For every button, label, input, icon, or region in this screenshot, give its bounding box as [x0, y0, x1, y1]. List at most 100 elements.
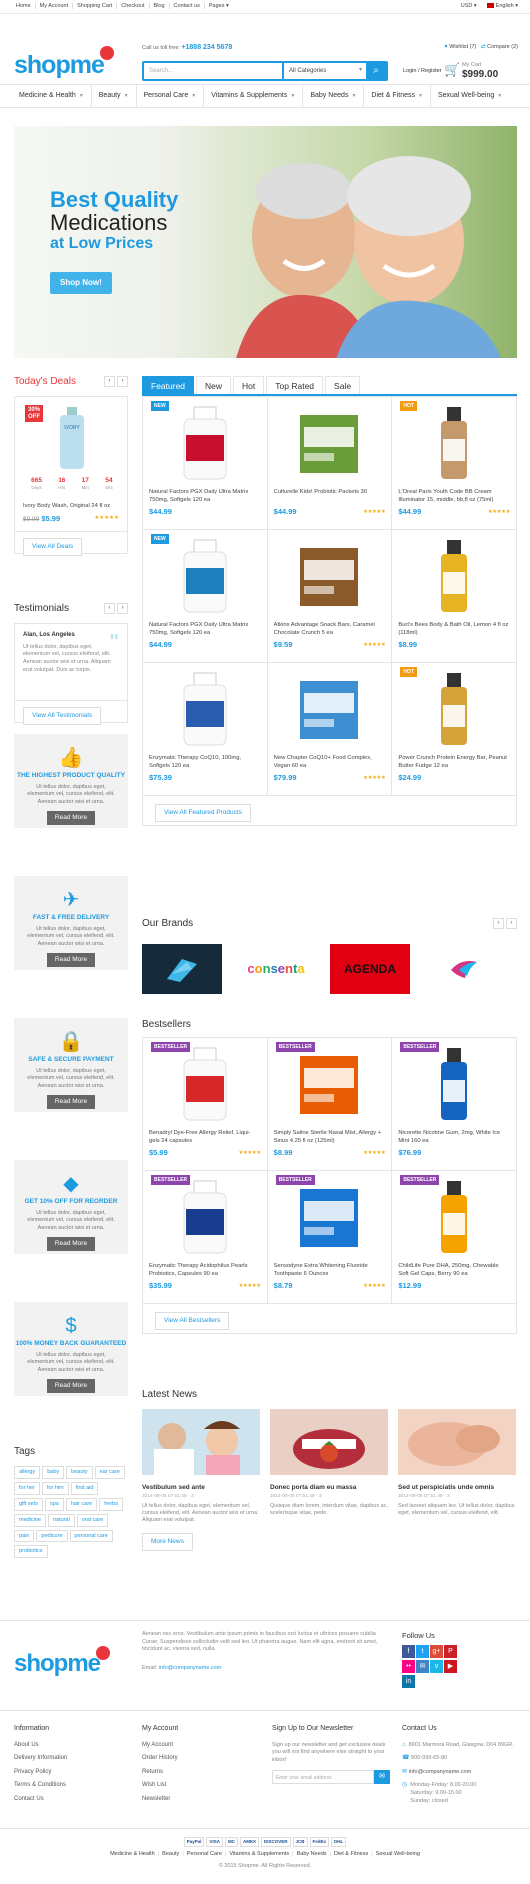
product-card[interactable]: BESTSELLER Simply Saline Sterile Nasal Mi…	[267, 1038, 393, 1171]
wishlist-link[interactable]: ♥ Wishlist (7)	[444, 44, 476, 50]
bottom-link[interactable]: Sexual Well-being	[376, 1851, 420, 1857]
nav-item-diet[interactable]: Diet & Fitness ▼	[364, 85, 431, 107]
nav-item-vitamins[interactable]: Vitamins & Supplements ▼	[204, 85, 304, 107]
top-link-account[interactable]: My Account	[35, 3, 74, 10]
news-image[interactable]	[142, 1409, 260, 1475]
product-card[interactable]: Burt's Bees Body & Bath Oil, Lemon 4 fl …	[392, 530, 517, 663]
prev-arrow-icon[interactable]: ‹	[493, 918, 504, 929]
tag-item[interactable]: first aid	[70, 1481, 99, 1495]
product-image[interactable]	[419, 405, 489, 481]
news-item-title[interactable]: Sed ut perspiciatis unde omnis	[398, 1484, 516, 1492]
product-name[interactable]: Nicorette Nicotine Gum, 2mg, White Ice M…	[398, 1130, 510, 1146]
product-image[interactable]	[294, 1046, 364, 1122]
brand-logo-2[interactable]: consenta	[236, 944, 316, 994]
next-arrow-icon[interactable]: ›	[117, 603, 128, 614]
product-card[interactable]: NEW Natural Factors PGX Daily Ultra Matri…	[143, 397, 268, 530]
brand-logo-3[interactable]: AGENDA	[330, 944, 410, 994]
footer-link[interactable]: Delivery Information	[14, 1755, 67, 1763]
read-more-button[interactable]: Read More	[46, 1237, 96, 1252]
brand-logo-1[interactable]	[142, 944, 222, 994]
bottom-link[interactable]: Baby Needs	[297, 1851, 327, 1857]
product-image[interactable]	[419, 671, 489, 747]
product-image[interactable]	[419, 1046, 489, 1122]
tab-top-rated[interactable]: Top Rated	[266, 376, 324, 394]
currency-select[interactable]: USD ▾	[461, 3, 477, 10]
product-name[interactable]: Atkins Advantage Snack Bars, Caramel Cho…	[274, 622, 386, 638]
bottom-link[interactable]: Personal Care	[187, 1851, 222, 1857]
newsletter-email-input[interactable]: Enter your email address	[272, 1770, 374, 1785]
nav-item-beauty[interactable]: Beauty ▼	[92, 85, 137, 107]
read-more-button[interactable]: Read More	[46, 953, 96, 968]
product-card[interactable]: HOT Power Crunch Protein Energy Bar, Pean…	[392, 663, 517, 796]
product-name[interactable]: Burt's Bees Body & Bath Oil, Lemon 4 fl …	[398, 622, 510, 638]
social-icon[interactable]: in	[402, 1675, 415, 1688]
bottom-link[interactable]: Beauty	[162, 1851, 179, 1857]
product-image[interactable]	[419, 538, 489, 614]
prev-arrow-icon[interactable]: ‹	[104, 603, 115, 614]
product-name[interactable]: Simply Saline Sterile Nasal Mist, Allerg…	[274, 1130, 386, 1146]
tag-item[interactable]: personal care	[69, 1529, 113, 1543]
tag-item[interactable]: ear care	[94, 1466, 125, 1479]
nav-item-medicine[interactable]: Medicine & Health ▼	[12, 85, 92, 107]
read-more-button[interactable]: Read More	[46, 1379, 96, 1394]
tag-item[interactable]: pain	[14, 1529, 35, 1543]
product-name[interactable]: New Chapter CoQ10+ Food Complex, Vegan 6…	[274, 755, 386, 771]
product-image[interactable]	[170, 538, 240, 614]
news-image[interactable]	[270, 1409, 388, 1475]
product-name[interactable]: Benadryl Dye-Free Allergy Relief, Liqui-…	[149, 1130, 261, 1146]
tag-item[interactable]: herbs	[99, 1497, 123, 1511]
product-image[interactable]	[170, 1179, 240, 1255]
top-link-checkout[interactable]: Checkout	[117, 3, 150, 10]
product-card[interactable]: New Chapter CoQ10+ Food Complex, Vegan 6…	[267, 663, 393, 796]
product-name[interactable]: ChildLife Pure DHA, 250mg, Chewable Soft…	[398, 1263, 510, 1279]
top-link-home[interactable]: Home	[12, 3, 36, 10]
nav-item-sexual[interactable]: Sexual Well-being ▼	[431, 85, 509, 107]
tag-item[interactable]: for him	[41, 1481, 69, 1495]
view-all-bestsellers-button[interactable]: View All Bestsellers	[155, 1312, 230, 1331]
language-select[interactable]: English ▾	[486, 3, 518, 10]
product-image[interactable]	[294, 671, 364, 747]
social-icon[interactable]: t	[416, 1645, 429, 1658]
product-image[interactable]	[170, 671, 240, 747]
tab-hot[interactable]: Hot	[233, 376, 265, 394]
product-image[interactable]	[294, 405, 364, 481]
product-image[interactable]	[419, 1179, 489, 1255]
product-card[interactable]: Atkins Advantage Snack Bars, Caramel Cho…	[267, 530, 393, 663]
footer-link[interactable]: Newsletter	[142, 1796, 178, 1804]
product-card[interactable]: BESTSELLER Enzymatic Therapy Acidophilus …	[143, 1171, 268, 1304]
next-arrow-icon[interactable]: ›	[506, 918, 517, 929]
product-card[interactable]: HOT L'Oreal Paris Youth Code BB Cream Ill…	[392, 397, 517, 530]
tag-item[interactable]: gift sets	[14, 1497, 43, 1511]
product-card[interactable]: BESTSELLER Sensodyne Extra Whitening Fluo…	[267, 1171, 393, 1304]
footer-link[interactable]: Privacy Policy	[14, 1769, 67, 1777]
product-card[interactable]: BESTSELLER Benadryl Dye-Free Allergy Reli…	[143, 1038, 268, 1171]
login-register-link[interactable]: Login / Register	[403, 68, 442, 75]
product-card[interactable]: Culturelle Kids! Probiotic Packets 30 $44…	[267, 397, 393, 530]
tag-item[interactable]: medicine	[14, 1513, 47, 1527]
footer-link[interactable]: Wish List	[142, 1782, 178, 1790]
product-name[interactable]: Natural Factors PGX Daily Ultra Matrix 7…	[149, 489, 261, 505]
product-image[interactable]	[294, 538, 364, 614]
social-icon[interactable]: ✉	[416, 1660, 429, 1673]
tab-featured[interactable]: Featured	[142, 376, 195, 394]
tag-item[interactable]: for her	[14, 1481, 40, 1495]
tag-item[interactable]: spa	[44, 1497, 64, 1511]
contact-email-link[interactable]: info@companyname.com	[409, 1769, 471, 1775]
tab-sale[interactable]: Sale	[325, 376, 361, 394]
product-name[interactable]: Sensodyne Extra Whitening Fluoride Tooth…	[274, 1263, 386, 1279]
nav-item-baby[interactable]: Baby Needs ▼	[303, 85, 365, 107]
view-all-deals-button[interactable]: View All Deals	[23, 538, 83, 557]
news-item-title[interactable]: Donec porta diam eu massa	[270, 1484, 388, 1492]
footer-logo[interactable]: shopme	[14, 1646, 111, 1679]
deal-name[interactable]: Ivory Body Wash, Original 24 fl oz	[23, 503, 110, 510]
news-item-title[interactable]: Vestibulum sed ante	[142, 1484, 260, 1492]
footer-link[interactable]: My Account	[142, 1742, 178, 1750]
product-name[interactable]: L'Oreal Paris Youth Code BB Cream Illumi…	[398, 489, 510, 505]
product-card[interactable]: BESTSELLER Nicorette Nicotine Gum, 2mg, W…	[392, 1038, 517, 1171]
more-news-button[interactable]: More News	[142, 1532, 193, 1551]
product-image[interactable]	[170, 405, 240, 481]
view-all-testimonials-button[interactable]: View All Testimonials	[23, 707, 102, 726]
social-icon[interactable]: v	[430, 1660, 443, 1673]
view-all-featured-button[interactable]: View All Featured Products	[155, 804, 251, 823]
tag-item[interactable]: natural	[48, 1513, 75, 1527]
